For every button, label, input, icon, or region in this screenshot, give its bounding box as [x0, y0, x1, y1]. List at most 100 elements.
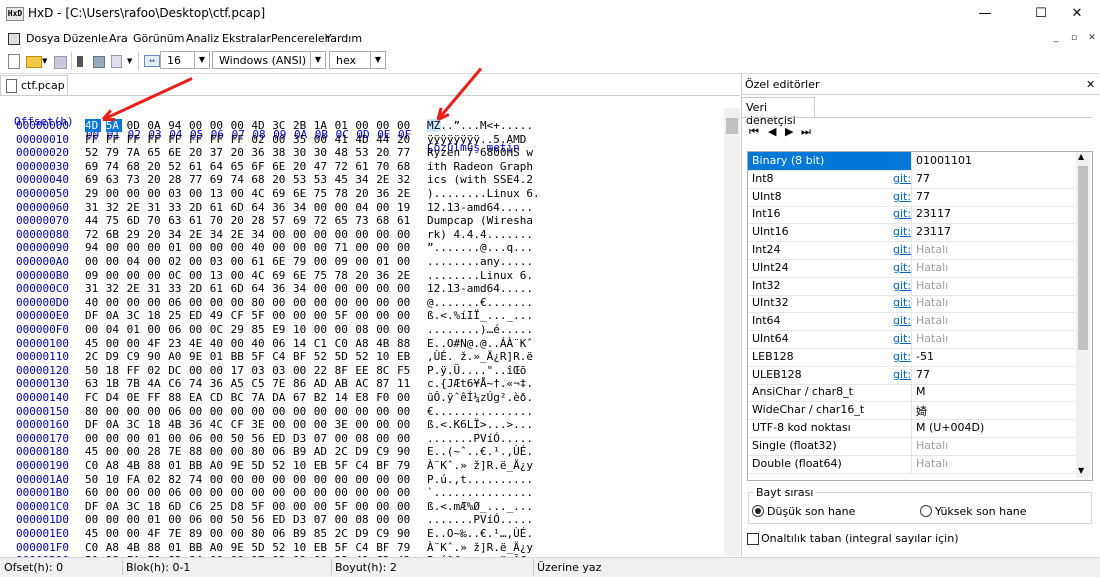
decoded-text[interactable]: ........Linux 6.	[427, 269, 533, 282]
scroll-down-icon[interactable]: ▼	[1078, 466, 1084, 475]
inspector-value[interactable]: 77	[916, 190, 930, 203]
hex-byte[interactable]: 36	[189, 418, 205, 431]
hex-byte[interactable]: 00	[189, 255, 205, 268]
hex-byte[interactable]: 36	[272, 282, 288, 295]
inspector-row[interactable]: Int32 git: Hatalı	[748, 276, 1075, 296]
hex-byte[interactable]: 4F	[147, 527, 163, 540]
hex-byte[interactable]: 34	[293, 282, 309, 295]
hex-byte[interactable]: 75	[314, 187, 330, 200]
inspector-row[interactable]: Int8 git: 77	[748, 169, 1075, 189]
decoded-text[interactable]: ß.<.K6LÏ>...>...	[427, 418, 533, 431]
hex-byte[interactable]: 02	[168, 255, 184, 268]
hex-byte[interactable]: 00	[272, 486, 288, 499]
hex-byte[interactable]: 38	[272, 146, 288, 159]
charset-select[interactable]: Windows (ANSI) ▼	[212, 51, 326, 69]
hex-byte[interactable]: 7E	[168, 445, 184, 458]
hex-byte[interactable]: 00	[397, 432, 413, 445]
hex-byte[interactable]: 03	[210, 255, 226, 268]
hex-byte[interactable]: 50	[85, 364, 101, 377]
hex-byte[interactable]: BB	[189, 459, 205, 472]
inspector-value[interactable]: 01001101	[916, 154, 972, 167]
hex-byte[interactable]: 56	[251, 513, 267, 526]
hex-byte[interactable]: 78	[335, 187, 351, 200]
hex-byte[interactable]: 01	[127, 323, 143, 336]
hex-byte[interactable]: 75	[314, 269, 330, 282]
hex-byte[interactable]: 37	[210, 146, 226, 159]
hex-byte[interactable]: 75	[106, 214, 122, 227]
hex-byte[interactable]: 35	[293, 133, 309, 146]
hex-byte[interactable]: D9	[355, 445, 371, 458]
hex-byte[interactable]: 63	[106, 173, 122, 186]
inspector-scrollbar-thumb[interactable]	[1078, 166, 1088, 350]
hex-byte[interactable]: 64	[251, 201, 267, 214]
decoded-text[interactable]: ß.<.%íIÏ_..._...	[427, 309, 533, 322]
hex-byte[interactable]: 00	[355, 228, 371, 241]
inspector-row[interactable]: Single (float32) Hatalı	[748, 436, 1075, 456]
hex-byte[interactable]: 22	[314, 364, 330, 377]
hex-byte[interactable]: 0A	[147, 119, 163, 132]
hex-byte[interactable]: 65	[335, 214, 351, 227]
hex-row[interactable]: 00000010 FF FF FF FF FF FF FF FF 02 00 35 00 41 4D 44 20…	[0, 133, 723, 146]
hex-byte[interactable]: 00	[376, 432, 392, 445]
hex-byte[interactable]: 4D	[355, 133, 371, 146]
new-file-icon[interactable]	[8, 54, 20, 69]
hex-byte[interactable]: 20	[397, 133, 413, 146]
hex-byte[interactable]: 00	[147, 255, 163, 268]
goto-link[interactable]: git:	[893, 314, 911, 327]
hex-byte[interactable]: 94	[168, 119, 184, 132]
hex-byte[interactable]: 00	[376, 309, 392, 322]
hex-byte[interactable]: 4B	[376, 337, 392, 350]
inspector-row[interactable]: UInt64 git: Hatalı	[748, 330, 1075, 349]
hex-byte[interactable]: 00	[147, 296, 163, 309]
hex-byte[interactable]: 53	[355, 146, 371, 159]
hex-byte[interactable]: 85	[314, 527, 330, 540]
decoded-text[interactable]: ß.<.mÆ%Ø_..._...	[427, 500, 533, 513]
hex-byte[interactable]: 9E	[189, 350, 205, 363]
hex-byte[interactable]: 69	[293, 214, 309, 227]
hex-byte[interactable]: 00	[251, 486, 267, 499]
decoded-text[interactable]: .......PVíÓ.....	[427, 513, 533, 526]
hex-byte[interactable]: 2D	[189, 282, 205, 295]
hex-byte[interactable]: 88	[147, 459, 163, 472]
hex-byte[interactable]: 06	[168, 296, 184, 309]
hex-byte[interactable]: 01	[210, 350, 226, 363]
hex-byte[interactable]: 00	[376, 228, 392, 241]
hex-byte[interactable]: 2C	[335, 445, 351, 458]
chevron-down-icon[interactable]: ▼	[370, 52, 385, 68]
hex-byte[interactable]: 34	[293, 201, 309, 214]
decoded-text[interactable]: À¨Kˆ.» ž]R.ë_Ä¿y	[427, 459, 533, 472]
hex-byte[interactable]: 4D	[251, 119, 267, 132]
hex-byte[interactable]: 4E	[189, 337, 205, 350]
hex-byte[interactable]: 5F	[251, 309, 267, 322]
hex-byte[interactable]: 00	[272, 296, 288, 309]
hex-byte[interactable]: 06	[168, 486, 184, 499]
hex-byte[interactable]: 6D	[127, 214, 143, 227]
hex-byte[interactable]: FF	[168, 133, 184, 146]
hex-byte[interactable]: 52	[272, 541, 288, 554]
hex-byte[interactable]: 01	[376, 255, 392, 268]
hex-byte[interactable]: 03	[168, 187, 184, 200]
hex-vertical-scrollbar[interactable]	[724, 108, 740, 556]
hex-byte[interactable]: 77	[189, 173, 205, 186]
hex-byte[interactable]: 6D	[231, 201, 247, 214]
hex-byte[interactable]: 61	[355, 160, 371, 173]
hex-byte[interactable]: 18	[147, 500, 163, 513]
hex-byte[interactable]: C4	[355, 541, 371, 554]
hex-byte[interactable]: 52	[314, 350, 330, 363]
decoded-text[interactable]: .......PVíÓ.....	[427, 432, 533, 445]
hex-byte[interactable]: 0A	[106, 418, 122, 431]
hex-byte[interactable]: 06	[189, 513, 205, 526]
hex-byte[interactable]: 07	[314, 432, 330, 445]
hex-byte[interactable]: 00	[189, 486, 205, 499]
decoded-text[interactable]: À¨Kˆ.» ž]R.ë_Ä¿y	[427, 541, 533, 554]
decoded-text[interactable]: rk) 4.4.4.......	[427, 228, 533, 241]
hex-byte[interactable]: 00	[314, 323, 330, 336]
hex-byte[interactable]: 7E	[168, 527, 184, 540]
hex-byte[interactable]: 1B	[106, 377, 122, 390]
inspector-row[interactable]: UInt16 git: 23117	[748, 223, 1075, 243]
menu-view[interactable]: Görünüm	[133, 32, 184, 45]
hex-byte[interactable]: 00	[127, 432, 143, 445]
hex-byte[interactable]: 00	[272, 241, 288, 254]
inspector-row[interactable]: AnsiChar / char8_t M	[748, 383, 1075, 403]
hex-byte[interactable]: 06	[272, 445, 288, 458]
